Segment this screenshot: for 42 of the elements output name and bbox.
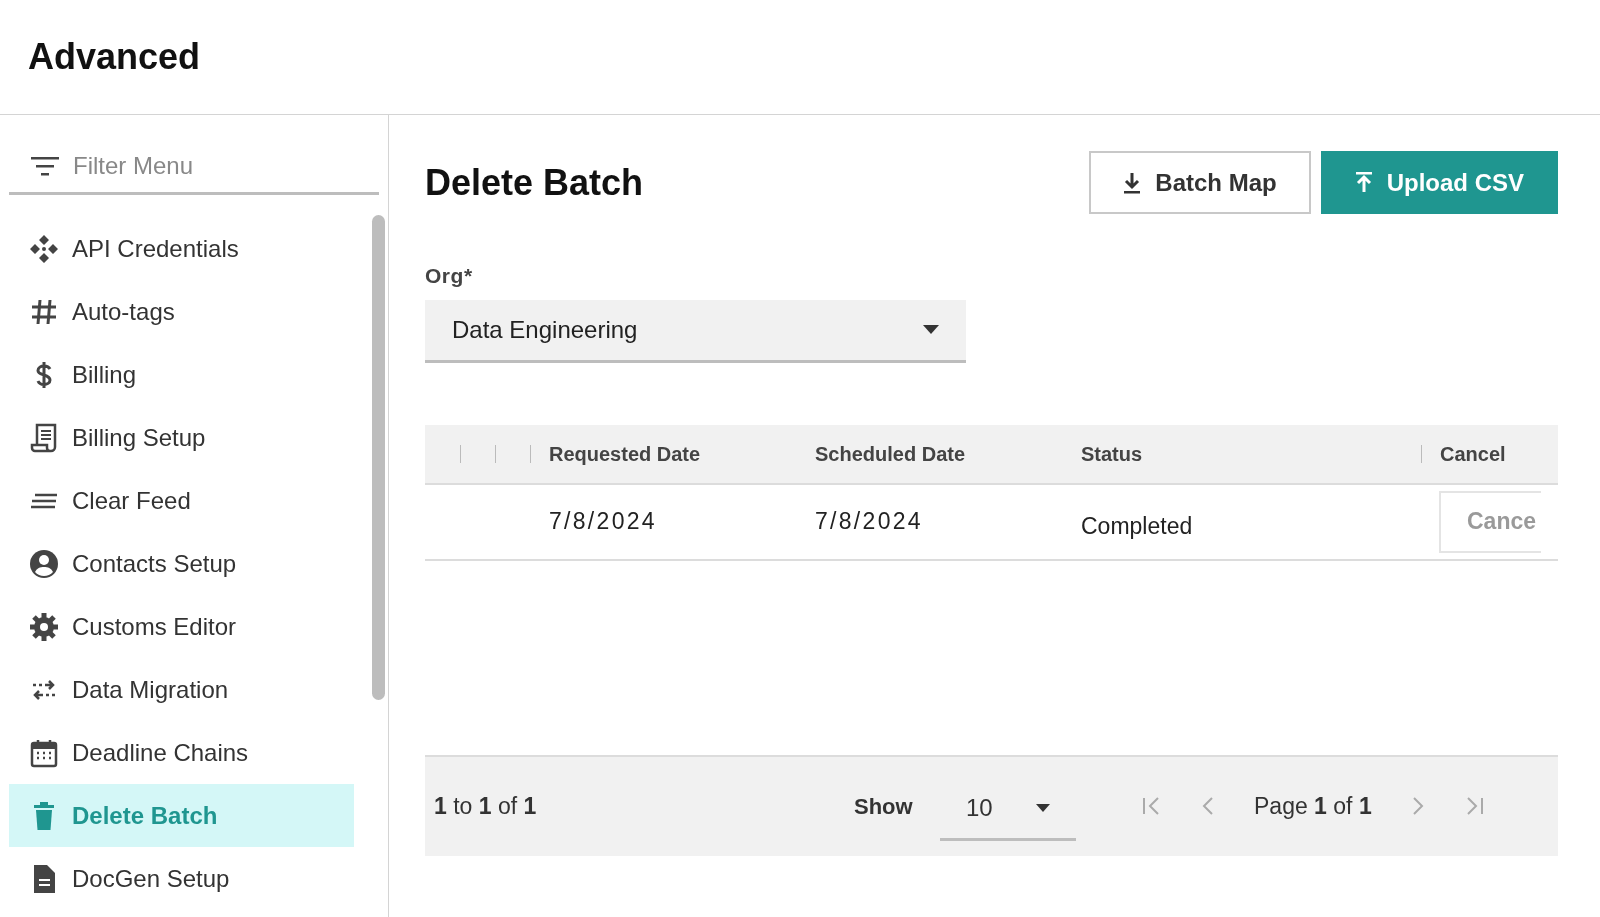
sidebar-item[interactable]: Customs Editor <box>9 595 354 658</box>
api-icon <box>29 233 59 264</box>
scrollbar[interactable] <box>372 215 385 700</box>
sidebar-item[interactable]: Billing Setup <box>9 406 354 469</box>
org-select[interactable]: Data Engineering <box>425 299 966 363</box>
user-icon <box>29 548 59 579</box>
sidebar-item[interactable]: API Credentials <box>9 217 354 280</box>
page-title: Advanced <box>28 35 201 79</box>
sidebar-item[interactable]: DocGen Setup <box>9 847 354 910</box>
sidebar-item[interactable]: Contacts Setup <box>9 532 354 595</box>
section-title: Delete Batch <box>425 160 644 205</box>
settings-icon <box>29 611 59 642</box>
receipt-icon <box>29 422 59 453</box>
table-cell-text: 7/8/2024 <box>815 507 924 537</box>
calendar-icon <box>29 737 59 768</box>
column-header[interactable]: Cancel <box>1440 438 1506 469</box>
sidebar-item[interactable]: Deadline Chains <box>9 721 354 784</box>
caret-icon <box>923 325 939 334</box>
next-page-icon[interactable] <box>1411 797 1424 815</box>
sidebar-item[interactable]: Billing <box>9 343 354 406</box>
column-header[interactable]: Scheduled Date <box>815 438 1081 469</box>
first-page-icon[interactable] <box>1142 797 1162 815</box>
previous-page-icon[interactable] <box>1202 797 1214 815</box>
column-header[interactable]: Requested Date <box>549 438 815 469</box>
sidebar-item[interactable]: Clear Feed <box>9 469 354 532</box>
row-range-text: 1 to 1 of 1 <box>434 791 538 821</box>
filter-icon <box>31 155 59 176</box>
sidebar-item[interactable]: Data Migration <box>9 658 354 721</box>
batch-map-button[interactable]: Batch Map <box>1089 151 1311 214</box>
show-label: Show <box>854 792 914 821</box>
upload-icon <box>1354 171 1373 194</box>
filter-field[interactable]: Filter Menu <box>73 147 323 184</box>
caret-icon <box>1036 803 1050 812</box>
sidebar-item[interactable]: Auto-tags <box>9 280 354 343</box>
org-label: Org* <box>425 263 474 289</box>
column-header[interactable]: Status <box>1081 438 1421 469</box>
table-cell-text: 7/8/2024 <box>549 507 658 537</box>
page-size-select[interactable]: 10 <box>940 777 1076 841</box>
upload-button[interactable]: Upload CSV <box>1320 151 1558 214</box>
page-indicator: Page 1 of 1 <box>1254 791 1372 821</box>
table-cell-text: Completed <box>1081 512 1194 542</box>
download-icon <box>1123 171 1142 194</box>
